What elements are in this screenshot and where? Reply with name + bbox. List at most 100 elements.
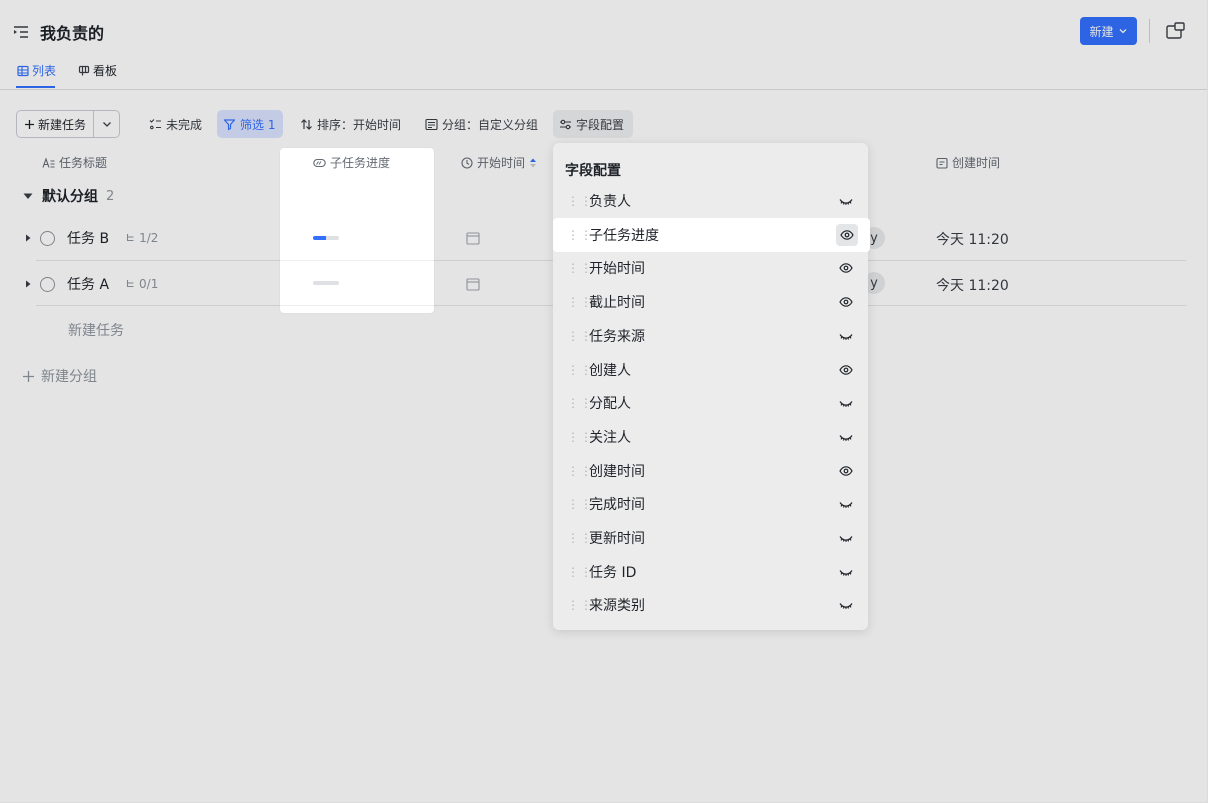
field-item[interactable]: ⋮⋮ 创建时间 bbox=[553, 454, 868, 488]
field-label: 子任务进度 bbox=[589, 227, 659, 244]
field-item[interactable]: ⋮⋮ 开始时间 bbox=[553, 251, 868, 285]
filter-button[interactable]: 筛选 1 bbox=[217, 110, 283, 138]
eye-closed-icon[interactable] bbox=[836, 191, 856, 211]
eye-closed-icon[interactable] bbox=[836, 427, 856, 447]
field-item[interactable]: ⋮⋮ 截止时间 bbox=[553, 285, 868, 319]
eye-closed-icon[interactable] bbox=[836, 494, 856, 514]
column-header-title[interactable]: 任务标题 bbox=[42, 154, 107, 171]
subtask-icon bbox=[126, 279, 134, 287]
chevron-down-icon bbox=[1119, 29, 1126, 34]
task-row[interactable]: 任务 A 0/1 bbox=[24, 274, 158, 294]
sidebar-toggle-icon[interactable] bbox=[12, 24, 30, 40]
subtask-count[interactable]: 0/1 bbox=[125, 277, 158, 291]
field-label: 开始时间 bbox=[589, 261, 645, 278]
field-label: 来源类别 bbox=[589, 598, 645, 615]
task-checkbox[interactable] bbox=[40, 276, 55, 292]
new-task-dropdown-button[interactable] bbox=[94, 111, 119, 137]
field-label: 任务来源 bbox=[589, 328, 645, 345]
field-item[interactable]: ⋮⋮ 子任务进度 bbox=[553, 217, 870, 252]
created-time: 今天 11:20 bbox=[936, 278, 1009, 294]
tab-board[interactable]: 看板 bbox=[78, 62, 117, 79]
field-config-button[interactable]: 字段配置 bbox=[553, 110, 633, 138]
drag-handle-icon[interactable]: ⋮⋮ bbox=[567, 364, 592, 376]
sort-asc-icon bbox=[530, 158, 537, 167]
add-group-label: 新建分组 bbox=[41, 369, 97, 385]
field-label: 关注人 bbox=[589, 429, 631, 446]
new-button[interactable]: 新建 bbox=[1080, 17, 1137, 45]
tab-list[interactable]: 列表 bbox=[17, 62, 56, 79]
field-label: 更新时间 bbox=[589, 531, 645, 547]
field-item[interactable]: ⋮⋮ 分配人 bbox=[553, 386, 868, 420]
subtask-progress-bar bbox=[313, 281, 339, 285]
group-name: 默认分组 bbox=[42, 189, 98, 205]
incomplete-filter-button[interactable]: 未完成 bbox=[143, 110, 208, 138]
new-button-label: 新建 bbox=[1089, 24, 1114, 39]
eye-closed-icon[interactable] bbox=[836, 326, 856, 346]
open-window-icon[interactable] bbox=[1165, 21, 1187, 41]
sliders-icon bbox=[560, 119, 571, 129]
sort-icon bbox=[301, 118, 312, 130]
eye-icon[interactable] bbox=[836, 461, 856, 481]
field-item[interactable]: ⋮⋮ 完成时间 bbox=[553, 487, 868, 521]
drag-handle-icon[interactable]: ⋮⋮ bbox=[567, 296, 592, 308]
task-row[interactable]: 任务 B 1/2 bbox=[24, 228, 158, 248]
calendar-icon bbox=[936, 157, 948, 169]
subtask-count[interactable]: 1/2 bbox=[125, 231, 158, 245]
eye-icon[interactable] bbox=[836, 223, 858, 246]
column-header-subtask-progress[interactable]: 子任务进度 bbox=[313, 154, 390, 171]
drag-handle-icon[interactable]: ⋮⋮ bbox=[567, 465, 592, 477]
eye-closed-icon[interactable] bbox=[836, 393, 856, 413]
drag-handle-icon[interactable]: ⋮⋮ bbox=[567, 431, 592, 443]
group-count: 2 bbox=[106, 188, 115, 204]
drag-handle-icon[interactable]: ⋮⋮ bbox=[567, 599, 592, 611]
eye-closed-icon[interactable] bbox=[836, 595, 856, 615]
eye-icon[interactable] bbox=[836, 292, 856, 312]
eye-closed-icon[interactable] bbox=[836, 528, 856, 548]
task-name[interactable]: 任务 B bbox=[67, 228, 109, 248]
task-name[interactable]: 任务 A bbox=[67, 274, 109, 294]
field-item[interactable]: ⋮⋮ 负责人 bbox=[553, 184, 868, 218]
add-group-button[interactable]: 新建分组 bbox=[22, 366, 97, 386]
checklist-icon bbox=[149, 118, 161, 129]
column-header-created-time[interactable]: 创建时间 bbox=[936, 154, 1000, 171]
group-button[interactable]: 分组：自定义分组 bbox=[419, 110, 544, 138]
row-divider bbox=[280, 260, 434, 261]
field-item[interactable]: ⋮⋮ 任务 ID bbox=[553, 555, 868, 589]
drag-handle-icon[interactable]: ⋮⋮ bbox=[567, 262, 592, 274]
plus-icon bbox=[24, 119, 34, 129]
caret-right-icon[interactable] bbox=[24, 279, 32, 289]
drag-handle-icon[interactable]: ⋮⋮ bbox=[567, 397, 592, 409]
field-label: 负责人 bbox=[589, 194, 631, 210]
drag-handle-icon[interactable]: ⋮⋮ bbox=[567, 566, 592, 578]
drag-handle-icon[interactable]: ⋮⋮ bbox=[567, 195, 592, 207]
eye-icon[interactable] bbox=[836, 258, 856, 278]
new-task-button[interactable]: 新建任务 bbox=[17, 111, 94, 137]
field-item[interactable]: ⋮⋮ 任务来源 bbox=[553, 319, 868, 353]
field-item[interactable]: ⋮⋮ 关注人 bbox=[553, 420, 868, 454]
eye-closed-icon[interactable] bbox=[836, 562, 856, 582]
sort-button[interactable]: 排序：开始时间 bbox=[294, 110, 407, 138]
caret-right-icon[interactable] bbox=[24, 233, 32, 243]
subtask-progress-column-highlight: 子任务进度 bbox=[280, 148, 434, 313]
drag-handle-icon[interactable]: ⋮⋮ bbox=[567, 532, 592, 544]
field-item[interactable]: ⋮⋮ 创建人 bbox=[553, 353, 868, 387]
calendar-icon[interactable] bbox=[466, 231, 480, 245]
field-item[interactable]: ⋮⋮ 来源类别 bbox=[553, 588, 868, 622]
subtask-count-text: 0/1 bbox=[139, 277, 159, 291]
field-item[interactable]: ⋮⋮ 更新时间 bbox=[553, 521, 868, 555]
tab-board-label: 看板 bbox=[93, 64, 118, 78]
drag-handle-icon[interactable]: ⋮⋮ bbox=[567, 330, 592, 342]
column-header-start-time[interactable]: 开始时间 bbox=[461, 154, 537, 171]
task-checkbox[interactable] bbox=[40, 230, 55, 246]
group-header[interactable]: 默认分组 2 bbox=[22, 186, 114, 206]
subtask-progress-bar bbox=[313, 236, 339, 240]
drag-handle-icon[interactable]: ⋮⋮ bbox=[567, 229, 592, 241]
eye-icon[interactable] bbox=[836, 360, 856, 380]
add-task-link[interactable]: 新建任务 bbox=[68, 320, 124, 340]
calendar-icon[interactable] bbox=[466, 277, 480, 291]
column-created-time-label: 创建时间 bbox=[952, 156, 1001, 170]
subtask-icon bbox=[127, 233, 134, 241]
field-label: 分配人 bbox=[589, 396, 631, 413]
new-task-label: 新建任务 bbox=[37, 117, 86, 132]
drag-handle-icon[interactable]: ⋮⋮ bbox=[567, 498, 592, 510]
